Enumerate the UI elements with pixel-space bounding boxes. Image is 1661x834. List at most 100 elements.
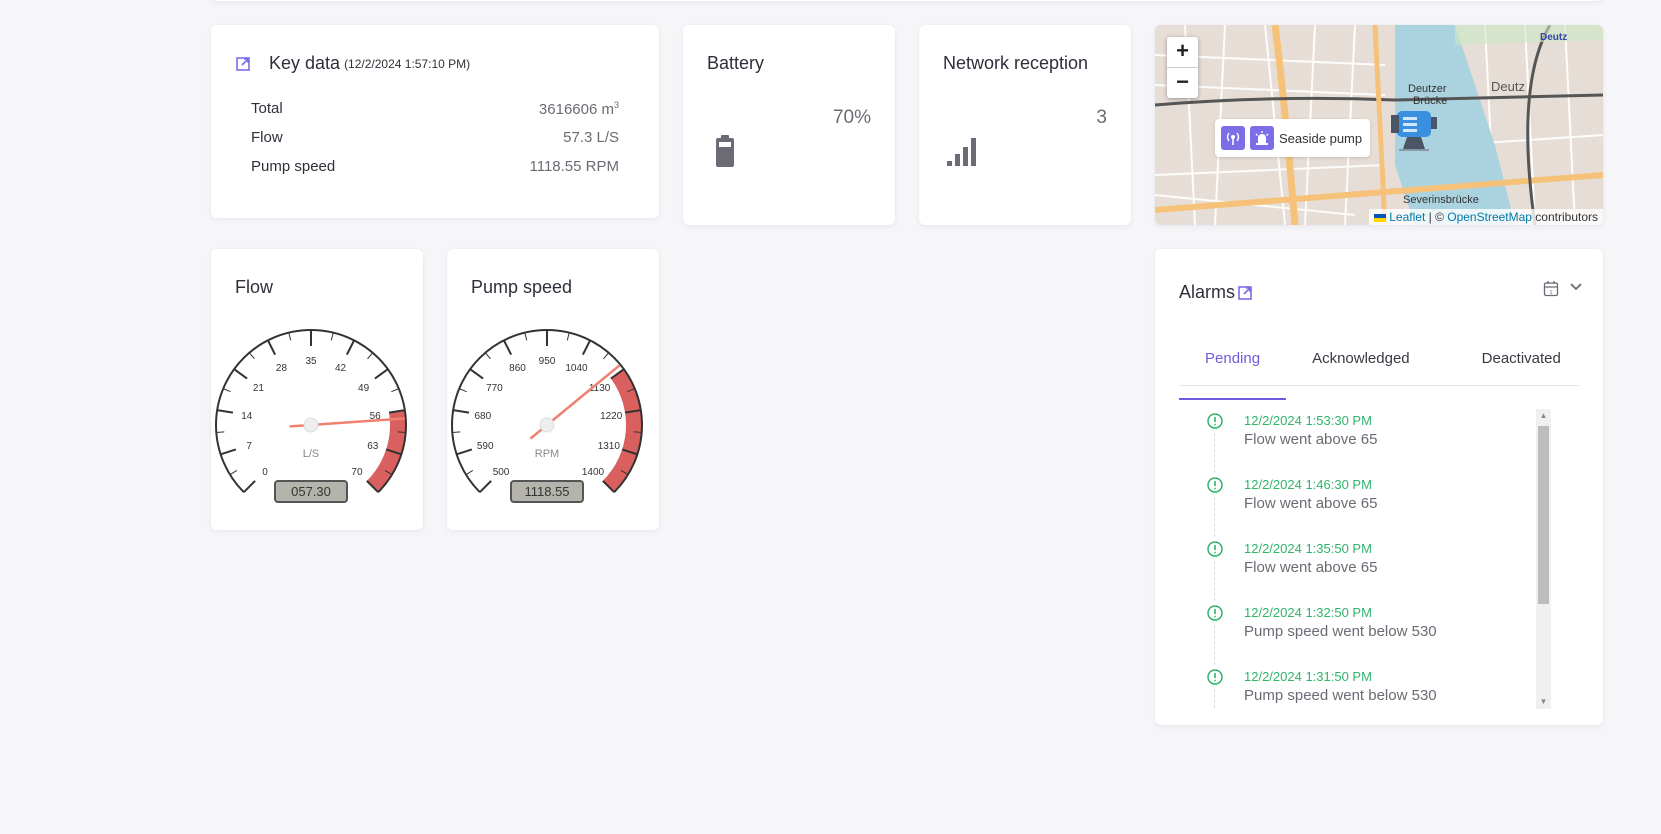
gauge-tick-label: 0: [262, 467, 268, 478]
alert-circle-icon: [1207, 477, 1223, 498]
key-data-timestamp: (12/2/2024 1:57:10 PM): [344, 56, 471, 71]
alarm-item[interactable]: 12/2/2024 1:31:50 PM Pump speed went bel…: [1179, 665, 1551, 709]
key-data-title: Key data: [269, 53, 341, 73]
row-label: Flow: [251, 129, 283, 146]
gauge-tick-label: 28: [276, 363, 288, 374]
device-marker-tooltip[interactable]: Seaside pump: [1215, 119, 1371, 157]
row-value: 1118.55 RPM: [529, 158, 620, 175]
row-label: Pump speed: [251, 158, 336, 175]
key-data-card: Key data (12/2/2024 1:57:10 PM) Total 36…: [211, 25, 659, 218]
gauge-major-tick: [469, 368, 484, 380]
gauge-tick-label: 49: [358, 383, 370, 394]
alarm-item[interactable]: 12/2/2024 1:53:30 PM Flow went above 65: [1179, 409, 1551, 473]
tab-deactivated[interactable]: Deactivated: [1456, 347, 1587, 385]
alert-circle-icon: [1207, 669, 1223, 690]
pump-speed-gauge: 50059068077086095010401130122013101400RP…: [451, 329, 643, 503]
timeline-line: [1214, 497, 1215, 537]
alarm-message: Flow went above 65: [1244, 431, 1378, 448]
pump-speed-gauge-card: Pump speed 500 590 680 770 860 950 1040 1130 122…: [447, 249, 659, 530]
gauge-tick-label: 770: [486, 383, 503, 394]
alarm-item[interactable]: 12/2/2024 1:32:50 PM Pump speed went bel…: [1179, 601, 1551, 665]
open-external-icon[interactable]: [235, 56, 251, 72]
network-value: 3: [1096, 107, 1107, 128]
svg-text:Deutzer: Deutzer: [1408, 83, 1447, 95]
gauge-tick-label: 590: [477, 441, 494, 452]
gauge-major-tick: [233, 368, 248, 380]
key-data-row-total: Total 3616606 m3: [251, 100, 619, 118]
battery-value: 70%: [832, 107, 871, 128]
gauge-minor-tick: [330, 332, 334, 341]
attribution-suffix: contributors: [1531, 210, 1598, 224]
alarm-message: Pump speed went below 530: [1244, 623, 1437, 640]
tab-pending[interactable]: Pending: [1179, 347, 1287, 400]
alarm-time: 12/2/2024 1:31:50 PM: [1244, 669, 1372, 684]
gauge-tick-label: 7: [246, 441, 252, 452]
gauge-minor-tick: [391, 388, 399, 393]
battery-title: Battery: [707, 53, 765, 73]
alarm-time: 12/2/2024 1:35:50 PM: [1244, 541, 1372, 556]
leaflet-link[interactable]: Leaflet: [1389, 210, 1425, 224]
gauge-tick-label: 42: [335, 363, 347, 374]
battery-card: Battery 70%: [683, 25, 895, 225]
calendar-icon[interactable]: 1: [1543, 280, 1559, 302]
timeline-line: [1214, 689, 1215, 709]
alarm-tabs: Pending Acknowledged Deactivated: [1179, 347, 1579, 400]
gauge-title: Flow: [235, 277, 274, 297]
gauge-tick-label: 500: [493, 467, 510, 478]
zoom-in-button[interactable]: +: [1167, 37, 1198, 67]
svg-text:Severinsbrücke: Severinsbrücke: [1403, 194, 1479, 206]
chevron-down-icon[interactable]: [1569, 280, 1583, 299]
alarms-title: Alarms: [1179, 282, 1236, 302]
gauge-needle-hub: [303, 417, 319, 433]
scroll-down-arrow-icon[interactable]: ▼: [1536, 695, 1551, 709]
gauge-tick-label: 70: [351, 467, 363, 478]
ukraine-flag-icon: [1373, 213, 1386, 222]
map-widget[interactable]: Deutzer Brücke Deutz Severinsbrücke Deut…: [1155, 25, 1603, 225]
gauge-minor-tick: [566, 332, 570, 341]
attribution-separator: | ©: [1425, 210, 1448, 224]
alarm-message: Flow went above 65: [1244, 495, 1378, 512]
alarm-message: Flow went above 65: [1244, 559, 1378, 576]
gauge-major-tick: [220, 448, 237, 456]
gauge-minor-tick: [216, 431, 225, 433]
osm-link[interactable]: OpenStreetMap: [1447, 210, 1532, 224]
map-attribution: Leaflet | © OpenStreetMap contributors: [1368, 209, 1603, 225]
gauge-tick-label: 1310: [598, 441, 621, 452]
svg-text:1: 1: [1550, 290, 1553, 296]
alarm-time: 12/2/2024 1:32:50 PM: [1244, 605, 1372, 620]
gauge-tick-label: 21: [253, 383, 265, 394]
gauge-value-readout: 057.30: [291, 484, 331, 499]
gauge-major-tick: [266, 339, 277, 356]
alarm-message: Pump speed went below 530: [1244, 687, 1437, 704]
gauge-unit-label: RPM: [535, 448, 559, 460]
top-card-edge: [211, 0, 1603, 1]
gauge-major-tick: [243, 480, 256, 493]
scroll-up-arrow-icon[interactable]: ▲: [1536, 409, 1551, 423]
zoom-out-button[interactable]: −: [1167, 67, 1198, 98]
gauge-major-tick: [456, 448, 473, 456]
gauge-minor-tick: [484, 352, 491, 360]
gauge-minor-tick: [459, 388, 467, 393]
open-external-icon[interactable]: [1237, 285, 1253, 301]
timeline-line: [1214, 433, 1215, 473]
gauge-major-tick: [345, 339, 356, 356]
gauge-tick-label: 14: [241, 411, 253, 422]
gauge-tick-label: 680: [474, 411, 491, 422]
row-value: 57.3 L/S: [563, 129, 619, 146]
alarm-list-scrollbar[interactable]: ▲ ▼: [1536, 409, 1551, 709]
gauge-tick-label: 950: [539, 356, 556, 367]
gauge-minor-tick: [452, 431, 461, 433]
gauge-minor-tick: [288, 332, 292, 341]
alarm-item[interactable]: 12/2/2024 1:46:30 PM Flow went above 65: [1179, 473, 1551, 537]
gauge-minor-tick: [229, 470, 238, 476]
row-label: Total: [251, 100, 283, 117]
gauge-tick-label: 1040: [565, 363, 588, 374]
map-zoom-control: + −: [1167, 37, 1198, 98]
gauge-tick-label: 860: [509, 363, 526, 374]
gauge-tick-label: 63: [367, 441, 379, 452]
network-card: Network reception 3: [919, 25, 1131, 225]
scrollbar-thumb[interactable]: [1538, 426, 1549, 604]
svg-text:Deutz: Deutz: [1540, 32, 1567, 43]
tab-acknowledged[interactable]: Acknowledged: [1286, 347, 1436, 385]
alarm-item[interactable]: 12/2/2024 1:35:50 PM Flow went above 65: [1179, 537, 1551, 601]
